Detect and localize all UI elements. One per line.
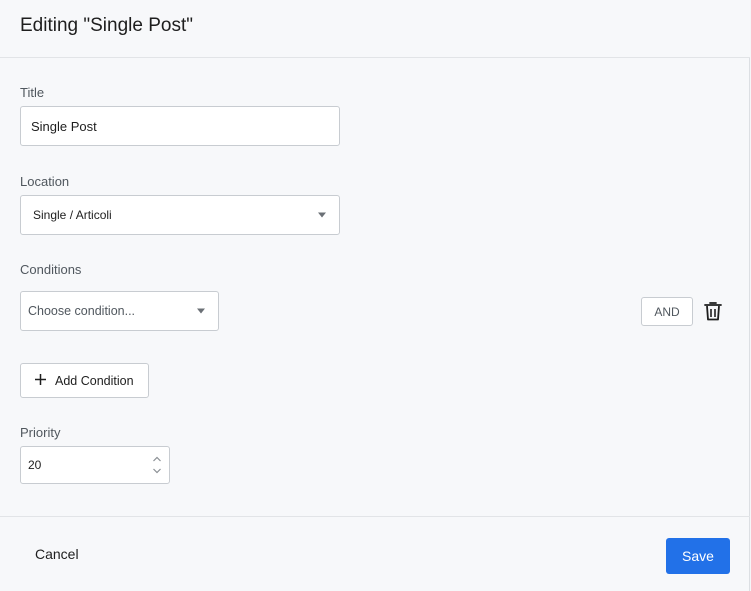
location-select[interactable]: Single / Articoli [20, 195, 340, 235]
priority-value: 20 [28, 458, 42, 472]
trash-icon[interactable] [704, 301, 722, 321]
title-input[interactable] [20, 106, 340, 146]
location-label: Location [20, 174, 70, 189]
cancel-button[interactable]: Cancel [20, 540, 94, 568]
modal-header: Editing "Single Post" [0, 0, 750, 58]
number-spinner-icon[interactable] [152, 455, 162, 475]
modal-title: Editing "Single Post" [20, 15, 193, 36]
add-condition-button[interactable]: Add Condition [20, 363, 149, 398]
conditions-label: Conditions [20, 262, 82, 277]
modal-footer: Cancel Save [0, 516, 750, 591]
location-selected-value: Single / Articoli [33, 208, 112, 222]
and-operator-button[interactable]: AND [641, 297, 693, 326]
priority-label: Priority [20, 425, 61, 440]
chevron-down-icon [318, 212, 326, 218]
priority-input[interactable]: 20 [20, 446, 170, 484]
condition-placeholder: Choose condition... [28, 304, 136, 318]
save-button[interactable]: Save [666, 538, 730, 574]
condition-select[interactable]: Choose condition... [20, 291, 219, 331]
plus-icon [35, 374, 46, 385]
chevron-down-icon [197, 308, 205, 314]
title-label: Title [20, 85, 45, 100]
edit-template-modal: Editing "Single Post" Title Location Sin… [0, 0, 750, 591]
add-condition-label: Add Condition [55, 374, 134, 388]
